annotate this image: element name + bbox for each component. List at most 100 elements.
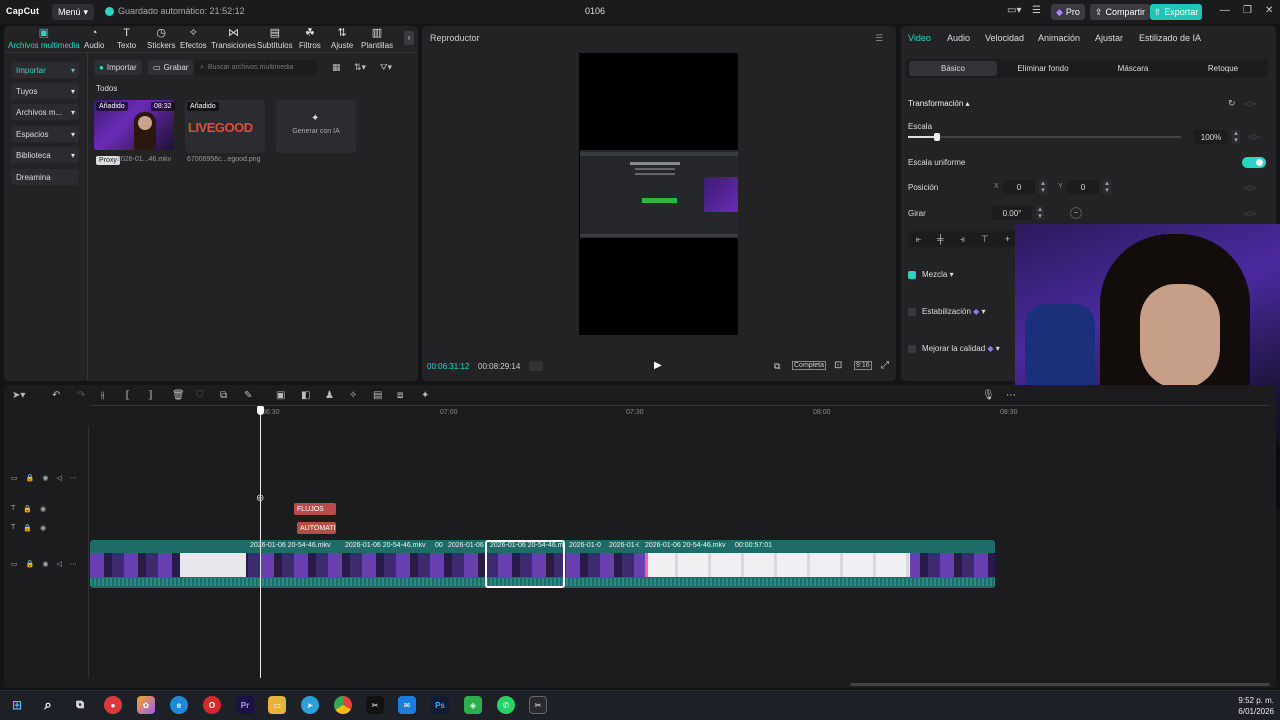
- more-tools-icon[interactable]: ⋯: [1006, 390, 1016, 401]
- reset-icon[interactable]: ↻: [1228, 98, 1236, 109]
- split-right-icon[interactable]: ⟧: [148, 390, 153, 401]
- menu-icon[interactable]: ☰: [875, 33, 883, 44]
- more-icon[interactable]: ⋯: [70, 560, 77, 568]
- minimize-icon[interactable]: —: [1220, 5, 1230, 16]
- chevron-right-icon[interactable]: ›: [404, 31, 414, 45]
- grid-view-icon[interactable]: ▦: [332, 62, 341, 73]
- layout-icon[interactable]: ▭▾: [1007, 5, 1021, 16]
- sidebar-item-library[interactable]: Biblioteca ▾: [11, 147, 79, 163]
- person-icon[interactable]: ♟: [325, 390, 334, 401]
- tab-text[interactable]: T Texto: [117, 28, 136, 51]
- redo-icon[interactable]: ↷: [77, 390, 85, 401]
- photoshop-icon[interactable]: Ps: [431, 696, 449, 714]
- edge-icon[interactable]: e: [170, 696, 188, 714]
- timeline-scrollbar[interactable]: [850, 683, 1270, 686]
- tab-audio-props[interactable]: Audio: [947, 33, 970, 43]
- lock-icon[interactable]: 🔒: [23, 505, 32, 513]
- eye-icon[interactable]: ◉: [40, 505, 46, 513]
- subtab-remove-bg[interactable]: Eliminar fondo: [999, 61, 1087, 76]
- tab-speed[interactable]: Velocidad: [985, 33, 1024, 43]
- subtab-basic[interactable]: Básico: [909, 61, 997, 76]
- generate-ai-card[interactable]: ✦ Generar con IA: [276, 100, 356, 153]
- opera-icon[interactable]: O: [203, 696, 221, 714]
- undo-icon[interactable]: ↶: [52, 390, 60, 401]
- tab-stickers[interactable]: ◷ Stickers: [147, 28, 175, 51]
- eye-icon[interactable]: ◉: [42, 560, 48, 568]
- tab-video[interactable]: Video: [908, 33, 931, 43]
- app-icon-recorder[interactable]: ●: [104, 696, 122, 714]
- stepper-icon[interactable]: ▴ ▾: [1232, 130, 1240, 144]
- keyframe-icon[interactable]: ‹◇›: [1244, 209, 1255, 218]
- align-top-icon[interactable]: ⊤: [981, 234, 989, 245]
- stabilize-checkbox[interactable]: [908, 308, 916, 316]
- tab-effects[interactable]: ✧ Efectos: [180, 28, 207, 51]
- tab-audio[interactable]: ◔ Audio: [84, 28, 104, 51]
- sidebar-item-spaces[interactable]: Espacios ▾: [11, 126, 79, 142]
- tab-filters[interactable]: ☘ Filtros: [299, 28, 321, 51]
- align-middle-icon[interactable]: +: [1005, 234, 1010, 244]
- ratio-button[interactable]: 9:16: [854, 361, 872, 370]
- playhead[interactable]: [260, 410, 261, 678]
- tab-media[interactable]: ▣ Archivos multimedia: [8, 28, 80, 51]
- play-icon[interactable]: ▶: [654, 360, 662, 371]
- task-view-icon[interactable]: ⧉: [71, 696, 89, 714]
- split-icon[interactable]: ⫲: [101, 390, 104, 401]
- align-right-icon[interactable]: ⫣: [959, 234, 964, 245]
- tab-fit[interactable]: Ajustar: [1095, 33, 1123, 43]
- stabilize-label[interactable]: Estabilización ◆ ▾: [922, 307, 986, 316]
- outlook-icon[interactable]: ✉: [398, 696, 416, 714]
- crop-icon[interactable]: ⧉: [774, 361, 780, 372]
- menu-button[interactable]: Menú ▾: [52, 4, 95, 20]
- export-frame-icon[interactable]: ⧈: [397, 390, 403, 401]
- subtab-retouch[interactable]: Retoque: [1179, 61, 1267, 76]
- tab-subtitles[interactable]: ▤ Subtítulos: [257, 28, 293, 51]
- delete-icon[interactable]: 🗑: [172, 390, 185, 401]
- caption-tool-icon[interactable]: ▣: [276, 390, 285, 401]
- close-icon[interactable]: ✕: [1265, 5, 1273, 16]
- zoom-icon[interactable]: ⊡: [834, 360, 842, 371]
- subtab-mask[interactable]: Máscara: [1089, 61, 1177, 76]
- select-tool-icon[interactable]: ➤▾: [12, 390, 25, 401]
- rotate-dial[interactable]: –: [1070, 207, 1082, 219]
- text-clip[interactable]: AUTOMATI: [297, 522, 336, 534]
- keyframe-icon[interactable]: ‹◇›: [1248, 132, 1259, 141]
- sidebar-item-import[interactable]: Importar ▾: [11, 62, 79, 78]
- fullscreen-icon[interactable]: ⤢: [881, 360, 889, 371]
- telegram-icon[interactable]: ➤: [301, 696, 319, 714]
- scale-slider-handle[interactable]: [933, 133, 940, 141]
- magic-icon[interactable]: ✧: [349, 390, 357, 401]
- quality-label[interactable]: Mejorar la calidad ◆ ▾: [922, 344, 1000, 353]
- export-button[interactable]: ⇧ Exportar: [1150, 4, 1202, 20]
- record-button[interactable]: ▭ Grabar: [148, 60, 194, 75]
- align-left-icon[interactable]: ⫦: [916, 234, 921, 245]
- sparkle-tool-icon[interactable]: ✦: [421, 390, 429, 401]
- media-search-input[interactable]: ⌕ Buscar archivos multimedia: [195, 60, 317, 75]
- windows-start-icon[interactable]: ⊞: [8, 696, 26, 714]
- keyframe-icon[interactable]: ‹◇›: [1244, 99, 1255, 108]
- mirror-icon[interactable]: ◧: [301, 390, 310, 401]
- share-button[interactable]: ⇪ Compartir: [1090, 4, 1151, 20]
- file-explorer-icon[interactable]: ▭: [268, 696, 286, 714]
- scale-value[interactable]: 100%: [1194, 130, 1228, 144]
- keyframe-icon[interactable]: ‹◇›: [1244, 183, 1255, 192]
- app-icon-green[interactable]: ◈: [464, 696, 482, 714]
- shortcuts-icon[interactable]: ☰: [1032, 5, 1041, 16]
- ai-tool-icon[interactable]: ✎: [244, 390, 252, 401]
- timecode-toggle[interactable]: [529, 361, 543, 371]
- pos-x-input[interactable]: 0: [1003, 180, 1035, 194]
- project-title[interactable]: 0106: [585, 6, 605, 16]
- rotate-input[interactable]: 0.00°: [992, 206, 1032, 220]
- split-left-icon[interactable]: ⟦: [125, 390, 130, 401]
- maximize-icon[interactable]: ❐: [1243, 5, 1252, 16]
- tab-templates[interactable]: ▥ Plantillas: [361, 28, 393, 51]
- tab-animation[interactable]: Animación: [1038, 33, 1080, 43]
- blend-checkbox[interactable]: [908, 271, 916, 279]
- capcut-icon[interactable]: ✂: [366, 696, 384, 714]
- pro-button[interactable]: ◆ Pro: [1051, 4, 1085, 20]
- whatsapp-icon[interactable]: ✆: [497, 696, 515, 714]
- chrome-icon[interactable]: [334, 696, 352, 714]
- microphone-icon[interactable]: 🎙: [982, 390, 995, 401]
- uniform-scale-toggle[interactable]: [1242, 157, 1266, 168]
- import-button[interactable]: ● Importar: [94, 60, 142, 75]
- blend-label[interactable]: Mezcla ▾: [922, 270, 954, 279]
